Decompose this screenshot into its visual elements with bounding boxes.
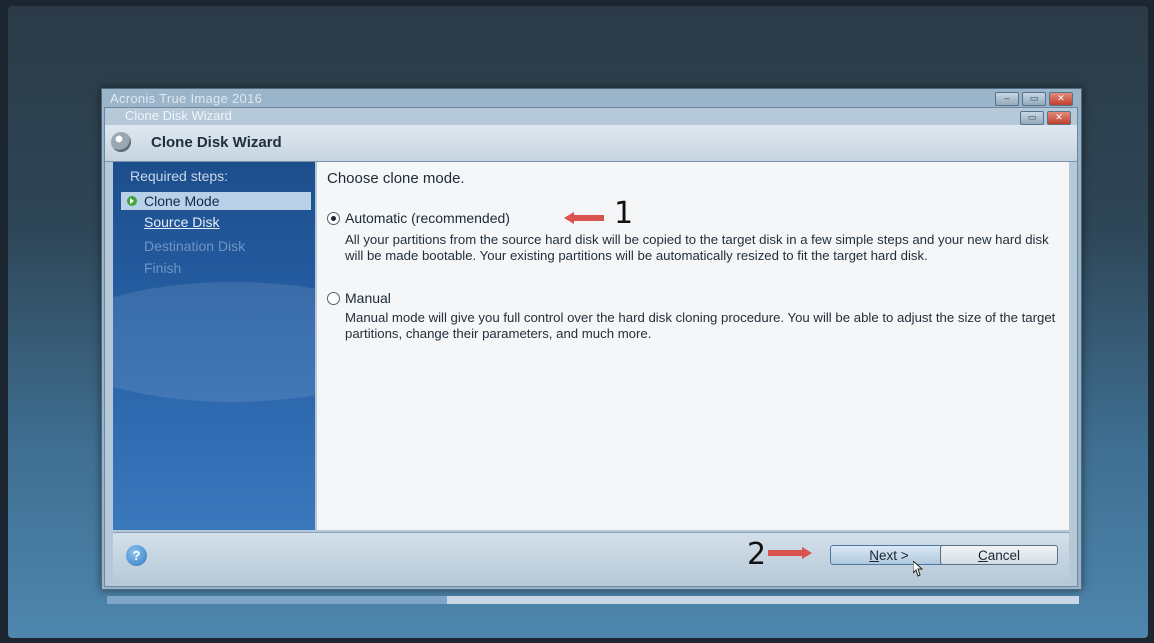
cancel-button[interactable]: Cancel — [940, 545, 1058, 565]
wizard-header: Clone Disk Wizard — [105, 125, 1077, 162]
automatic-option-label[interactable]: Automatic (recommended) — [345, 210, 510, 226]
maximize-button[interactable]: ▭ — [1022, 92, 1046, 106]
sidebar-step-clone-mode: Clone Mode — [121, 192, 311, 210]
cancel-mnemonic: C — [977, 548, 988, 563]
steps-heading: Required steps: — [130, 168, 229, 184]
wizard-window-controls: ▭ ✕ — [1020, 111, 1071, 125]
wizard-footer: ? 2 Next > Cancel — [113, 532, 1069, 581]
manual-option-label[interactable]: Manual — [345, 290, 391, 306]
help-icon[interactable]: ? — [126, 545, 147, 566]
annotation-arrow-2 — [768, 547, 812, 559]
annotation-number-2: 2 — [747, 537, 767, 572]
minimize-button[interactable]: ‒ — [995, 92, 1019, 106]
manual-option-description: Manual mode will give you full control o… — [345, 310, 1056, 341]
wizard-close-button[interactable]: ✕ — [1047, 111, 1071, 125]
manual-radio[interactable] — [327, 292, 340, 305]
page-title: Choose clone mode. — [327, 170, 465, 187]
sidebar-step-label: Clone Mode — [144, 193, 220, 209]
main-window-controls: ‒ ▭ ✕ — [995, 92, 1073, 106]
wizard-maximize-button[interactable]: ▭ — [1020, 111, 1044, 125]
annotation-arrow-1 — [564, 212, 604, 224]
monitor-screen: Acronis True Image 2016 ‒ ▭ ✕ Clone Disk… — [8, 6, 1148, 638]
cancel-label: ancel — [987, 548, 1021, 563]
progress-strip — [107, 596, 1079, 604]
clone-disk-wizard: Clone Disk Wizard ▭ ✕ Clone Disk Wizard … — [104, 107, 1079, 604]
wizard-header-title: Clone Disk Wizard — [151, 134, 282, 151]
automatic-radio[interactable] — [327, 212, 340, 225]
mouse-cursor-icon — [913, 561, 924, 577]
wizard-caption: Clone Disk Wizard — [125, 108, 232, 123]
green-arrow-icon — [127, 196, 137, 206]
automatic-option-description: All your partitions from the source hard… — [345, 232, 1049, 263]
wizard-content: Choose clone mode. Automatic (recommende… — [317, 162, 1069, 530]
app-title: Acronis True Image 2016 — [110, 91, 263, 106]
close-button[interactable]: ✕ — [1049, 92, 1073, 106]
next-label: ext > — [879, 548, 909, 563]
acronis-main-window: Acronis True Image 2016 ‒ ▭ ✕ Clone Disk… — [101, 88, 1082, 604]
annotation-number-1: 1 — [614, 196, 634, 231]
acronis-logo-icon — [111, 132, 131, 152]
steps-sidebar: Required steps: Clone Mode Source Disk D… — [113, 162, 315, 530]
next-mnemonic: N — [869, 548, 880, 563]
sidebar-step-finish: Finish — [144, 260, 182, 276]
sidebar-step-source-disk[interactable]: Source Disk — [144, 214, 219, 230]
sidebar-step-destination-disk: Destination Disk — [144, 238, 246, 254]
next-button[interactable]: Next > — [830, 545, 948, 565]
